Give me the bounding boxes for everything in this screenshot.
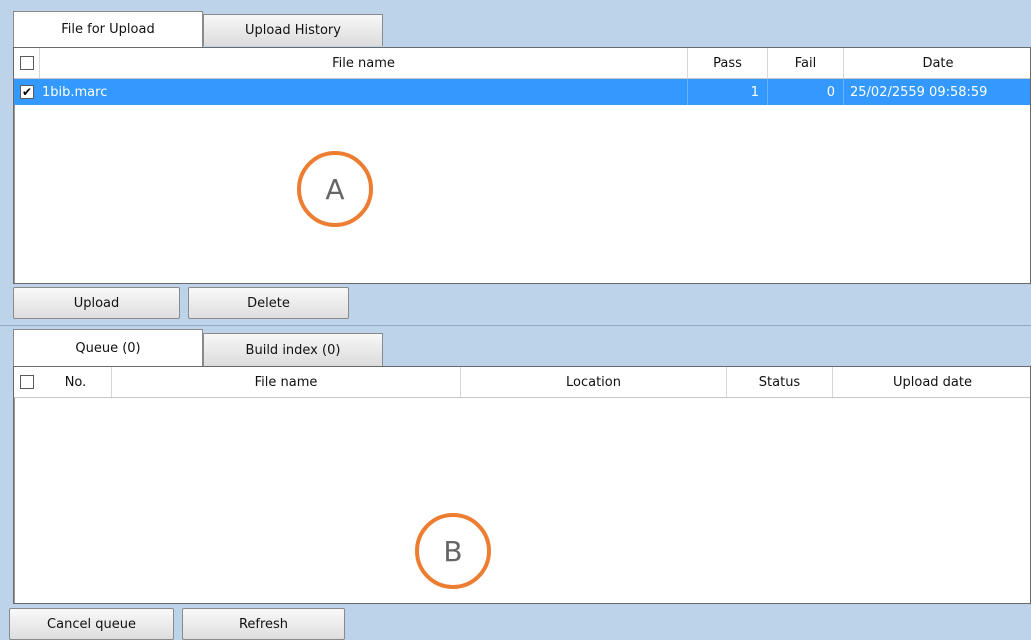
tab-upload-history-label: Upload History xyxy=(245,23,341,38)
column-header-status[interactable]: Status xyxy=(727,367,833,397)
annotation-marker-b: B xyxy=(415,513,491,589)
column-header-date[interactable]: Date xyxy=(844,48,1031,78)
cancel-queue-button-label: Cancel queue xyxy=(47,616,136,632)
row-fail: 0 xyxy=(768,79,844,105)
select-all-checkbox[interactable] xyxy=(19,56,34,70)
cancel-queue-button[interactable]: Cancel queue xyxy=(9,608,174,640)
row-pass: 1 xyxy=(688,79,768,105)
queue-panel: Queue (0) Build index (0) No. File name … xyxy=(0,326,1031,640)
row-checkbox-cell: ✔ xyxy=(14,79,40,105)
refresh-button-label: Refresh xyxy=(238,616,289,632)
tab-file-for-upload[interactable]: File for Upload xyxy=(13,11,203,47)
column-header-no[interactable]: No. xyxy=(40,367,112,397)
column-header-queue-file-name[interactable]: File name xyxy=(112,367,461,397)
queue-grid-header: No. File name Location Status Upload dat… xyxy=(14,367,1030,398)
tab-queue-label: Queue (0) xyxy=(75,340,141,356)
column-header-pass[interactable]: Pass xyxy=(688,48,768,78)
column-header-location[interactable]: Location xyxy=(461,367,727,397)
annotation-marker-a: A xyxy=(297,151,373,227)
upload-button-label: Upload xyxy=(73,295,120,311)
upload-file-grid[interactable]: File name Pass Fail Date ✔ 1bib.marc 1 0… xyxy=(13,47,1031,284)
select-all-header-cell xyxy=(14,48,40,78)
row-date: 25/02/2559 09:58:59 xyxy=(850,84,988,100)
refresh-button[interactable]: Refresh xyxy=(182,608,345,640)
annotation-marker-b-label: B xyxy=(443,534,463,568)
queue-grid[interactable]: No. File name Location Status Upload dat… xyxy=(13,366,1031,604)
row-checkbox[interactable]: ✔ xyxy=(20,85,34,99)
tab-queue[interactable]: Queue (0) xyxy=(13,329,203,366)
annotation-marker-a-label: A xyxy=(325,172,345,206)
delete-button[interactable]: Delete xyxy=(188,287,349,319)
tab-build-index[interactable]: Build index (0) xyxy=(203,333,383,366)
row-file-name: 1bib.marc xyxy=(40,79,688,105)
queue-select-all-header-cell xyxy=(14,367,40,397)
column-header-file-name[interactable]: File name xyxy=(40,48,688,78)
tab-upload-history[interactable]: Upload History xyxy=(203,14,383,46)
delete-button-label: Delete xyxy=(247,295,290,311)
upload-panel: File for Upload Upload History File name… xyxy=(0,0,1031,326)
upload-grid-header: File name Pass Fail Date xyxy=(14,48,1030,79)
column-header-upload-date[interactable]: Upload date xyxy=(833,367,1031,397)
column-header-fail[interactable]: Fail xyxy=(768,48,844,78)
upload-button[interactable]: Upload xyxy=(13,287,180,319)
tab-build-index-label: Build index (0) xyxy=(245,342,341,358)
queue-select-all-checkbox[interactable] xyxy=(20,375,34,389)
table-row[interactable]: ✔ 1bib.marc 1 0 25/02/2559 09:58:59 xyxy=(14,79,1030,105)
tab-file-for-upload-label: File for Upload xyxy=(61,22,155,37)
